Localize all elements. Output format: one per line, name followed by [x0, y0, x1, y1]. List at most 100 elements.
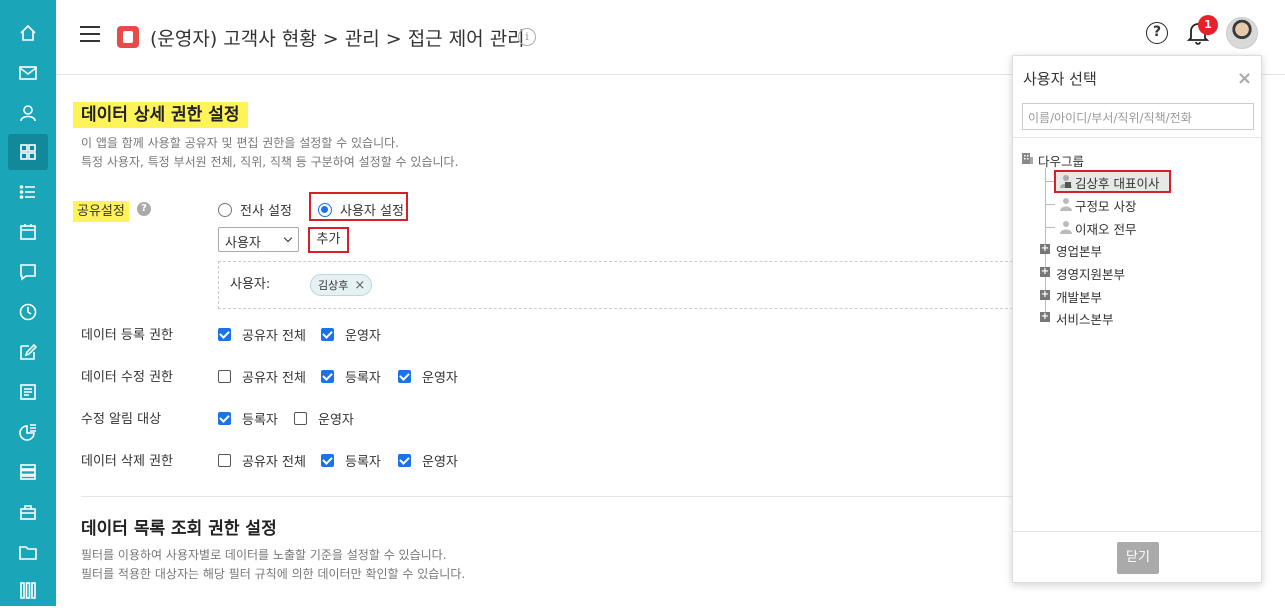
list-section-title: 데이터 목록 조회 권한 설정 [81, 519, 277, 539]
user-picker-panel: 사용자 선택 × 이름/아이디/부서/직위/직책/전화 다우그룹 김상후 대표이… [1012, 55, 1262, 583]
chart-icon[interactable] [8, 414, 48, 450]
close-button[interactable]: 닫기 [1117, 542, 1159, 574]
checkbox[interactable] [398, 370, 411, 383]
tree-member-2[interactable]: 이재오 전무 [1075, 219, 1136, 238]
perm-edit-operator[interactable]: 운영자 [398, 367, 458, 386]
share-option-company[interactable]: 전사 설정 [218, 200, 292, 219]
perm-register-label: 데이터 등록 권한 [81, 328, 173, 343]
option-label: 운영자 [345, 329, 381, 344]
perm-notify-operator[interactable]: 운영자 [294, 409, 354, 428]
share-option-user[interactable]: 사용자 설정 [318, 200, 404, 219]
remove-chip-icon[interactable]: × [354, 278, 365, 293]
stack-icon[interactable] [8, 454, 48, 490]
divider [1013, 137, 1261, 138]
option-label: 운영자 [318, 413, 354, 428]
tree-dept-1[interactable]: 경영지원본부 [1056, 264, 1125, 283]
person-icon [1060, 221, 1072, 234]
expand-icon[interactable]: + [1040, 312, 1050, 322]
home-icon[interactable] [8, 15, 48, 51]
option-label: 등록자 [345, 455, 381, 470]
person-icon [1060, 175, 1072, 188]
option-label: 등록자 [242, 413, 278, 428]
chat-icon[interactable] [8, 254, 48, 290]
help-icon[interactable]: ? [137, 202, 151, 216]
users-label: 사용자: [230, 277, 271, 292]
folder-icon[interactable] [8, 534, 48, 570]
share-setting-label: 공유설정 [73, 200, 129, 222]
detail-section-desc: 이 앱을 함께 사용할 공유자 및 편집 권한을 설정할 수 있습니다. 특정 … [81, 136, 459, 169]
tree-line [1045, 227, 1055, 228]
perm-delete-registrant[interactable]: 등록자 [321, 451, 381, 470]
clock-icon[interactable] [8, 294, 48, 330]
expand-icon[interactable]: + [1040, 290, 1050, 300]
tree-member-1[interactable]: 구정모 사장 [1075, 196, 1136, 215]
avatar[interactable] [1226, 17, 1258, 49]
divider [1013, 531, 1261, 532]
section-divider [81, 496, 1013, 497]
radio-button[interactable] [318, 202, 332, 217]
option-label: 등록자 [345, 371, 381, 386]
perm-delete-all[interactable]: 공유자 전체 [218, 451, 306, 470]
option-label: 전사 설정 [240, 204, 292, 219]
app-icon [117, 26, 139, 48]
perm-register-all[interactable]: 공유자 전체 [218, 325, 306, 344]
detail-section-title: 데이터 상세 권한 설정 [73, 100, 248, 128]
mail-icon[interactable] [8, 55, 48, 91]
perm-delete-label: 데이터 삭제 권한 [81, 454, 173, 469]
checkbox[interactable] [218, 328, 231, 341]
option-label: 공유자 전체 [242, 371, 306, 386]
option-label: 공유자 전체 [242, 455, 306, 470]
board-icon[interactable] [8, 374, 48, 410]
calendar-icon[interactable] [8, 214, 48, 250]
sidebar [0, 0, 56, 606]
perm-notify-label: 수정 알림 대상 [81, 412, 162, 427]
tree-member-0[interactable]: 김상후 대표이사 [1075, 173, 1159, 192]
radio-button[interactable] [218, 202, 232, 217]
contacts-icon[interactable] [8, 95, 48, 131]
info-icon[interactable]: i [518, 28, 536, 46]
target-type-select[interactable]: 사용자 [218, 227, 299, 252]
perm-edit-registrant[interactable]: 등록자 [321, 367, 381, 386]
page-title: (운영자) 고객사 현황 > 관리 > 접근 제어 관리 [150, 28, 525, 50]
perm-notify-registrant[interactable]: 등록자 [218, 409, 278, 428]
checkbox[interactable] [321, 370, 334, 383]
option-label: 사용자 설정 [340, 204, 404, 219]
perm-register-operator[interactable]: 운영자 [321, 325, 381, 344]
briefcase-icon[interactable] [8, 494, 48, 530]
option-label: 공유자 전체 [242, 329, 306, 344]
more-apps-icon[interactable] [8, 572, 48, 608]
list-icon[interactable] [8, 174, 48, 210]
notification-badge: 1 [1198, 15, 1218, 35]
list-section-desc: 필터를 이용하여 사용자별로 데이터를 노출할 기준을 설정할 수 있습니다. … [81, 548, 466, 581]
expand-icon[interactable]: + [1040, 244, 1050, 254]
tree-dept-3[interactable]: 서비스본부 [1056, 309, 1114, 328]
tree-dept-2[interactable]: 개발본부 [1056, 287, 1102, 306]
user-search-input[interactable]: 이름/아이디/부서/직위/직책/전화 [1022, 103, 1254, 130]
checkbox[interactable] [321, 328, 334, 341]
checkbox[interactable] [218, 412, 231, 425]
user-chip: 김상후 × [310, 274, 373, 296]
tree-line [1045, 204, 1055, 205]
option-label: 운영자 [422, 455, 458, 470]
building-icon [1022, 153, 1033, 164]
checkbox[interactable] [218, 454, 231, 467]
option-label: 운영자 [422, 371, 458, 386]
tree-dept-0[interactable]: 영업본부 [1056, 241, 1102, 260]
menu-icon[interactable] [80, 26, 100, 42]
add-button[interactable]: 추가 [308, 227, 349, 253]
perm-edit-all[interactable]: 공유자 전체 [218, 367, 306, 386]
perm-delete-operator[interactable]: 운영자 [398, 451, 458, 470]
edit-icon[interactable] [8, 334, 48, 370]
perm-edit-label: 데이터 수정 권한 [81, 370, 173, 385]
panel-title: 사용자 선택 [1023, 70, 1097, 88]
checkbox[interactable] [294, 412, 307, 425]
person-icon [1060, 198, 1072, 211]
chip-label: 김상후 [318, 279, 349, 292]
expand-icon[interactable]: + [1040, 267, 1050, 277]
checkbox[interactable] [321, 454, 334, 467]
help-icon[interactable]: ? [1146, 22, 1168, 44]
close-icon[interactable]: × [1237, 68, 1252, 89]
apps-icon[interactable] [8, 134, 48, 170]
checkbox[interactable] [398, 454, 411, 467]
checkbox[interactable] [218, 370, 231, 383]
